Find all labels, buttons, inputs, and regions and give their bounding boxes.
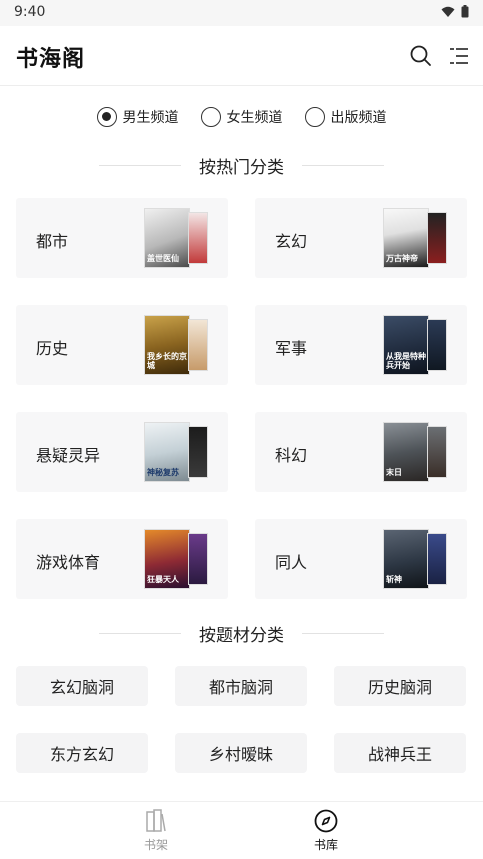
app-bar: 书海阁 <box>0 26 483 86</box>
category-card-dushi[interactable]: 都市 盖世医仙 <box>16 198 228 278</box>
divider <box>99 164 181 166</box>
menu-button[interactable] <box>446 43 472 69</box>
book-cover <box>188 212 208 264</box>
book-cover <box>427 212 447 264</box>
cover-title: 我乡长的京城 <box>147 352 187 370</box>
divider <box>302 164 384 166</box>
cover-title: 神秘复苏 <box>147 468 179 477</box>
category-label: 游戏体育 <box>36 553 101 572</box>
radio-unchecked-icon <box>200 107 221 127</box>
channel-label: 男生频道 <box>122 110 179 126</box>
theme-button[interactable]: 东方玄幻 <box>16 733 148 773</box>
section-title: 按热门分类 <box>199 157 284 178</box>
book-cover <box>188 533 208 585</box>
channel-label: 出版频道 <box>330 110 387 126</box>
book-cover <box>427 533 447 585</box>
theme-button[interactable]: 乡村暧昧 <box>175 733 307 773</box>
radio-unchecked-icon <box>304 107 325 127</box>
book-cover <box>427 426 447 478</box>
category-label: 都市 <box>36 232 69 251</box>
menu-list-icon <box>450 48 468 64</box>
book-cover: 盖世医仙 <box>144 208 190 268</box>
category-card-lishi[interactable]: 历史 我乡长的京城 <box>16 305 228 385</box>
wifi-icon <box>441 6 455 17</box>
channel-female[interactable]: 女生频道 <box>200 104 283 130</box>
category-card-youxi[interactable]: 游戏体育 狂暴天人 <box>16 519 228 599</box>
search-button[interactable] <box>408 43 434 69</box>
channel-selector: 男生频道 女生频道 出版频道 <box>0 104 483 130</box>
book-cover: 斩神 <box>383 529 429 589</box>
nav-label: 书库 <box>313 838 338 852</box>
channel-male[interactable]: 男生频道 <box>96 104 179 130</box>
book-cover <box>188 319 208 371</box>
category-card-xuanyi[interactable]: 悬疑灵异 神秘复苏 <box>16 412 228 492</box>
cover-title: 斩神 <box>386 575 402 584</box>
cover-title: 盖世医仙 <box>147 254 179 263</box>
radio-checked-icon <box>96 107 117 127</box>
nav-label: 书架 <box>143 838 168 852</box>
category-label: 玄幻 <box>275 232 308 251</box>
status-time: 9:40 <box>14 4 46 20</box>
book-cover: 狂暴天人 <box>144 529 190 589</box>
section-title: 按题材分类 <box>199 625 284 646</box>
bookshelf-icon <box>146 809 166 832</box>
search-icon <box>410 45 431 66</box>
status-icons <box>441 5 469 18</box>
nav-bookshelf[interactable]: 书架 <box>116 808 196 856</box>
theme-button[interactable]: 战神兵王 <box>334 733 466 773</box>
category-label: 同人 <box>275 553 308 572</box>
category-label: 科幻 <box>275 446 308 465</box>
category-card-kehuan[interactable]: 科幻 末日 <box>255 412 467 492</box>
theme-button[interactable]: 都市脑洞 <box>175 666 307 706</box>
category-card-tongren[interactable]: 同人 斩神 <box>255 519 467 599</box>
channel-label: 女生频道 <box>226 110 283 126</box>
book-cover: 万古神帝 <box>383 208 429 268</box>
category-card-xuanhuan[interactable]: 玄幻 万古神帝 <box>255 198 467 278</box>
category-label: 历史 <box>36 339 69 358</box>
book-cover: 神秘复苏 <box>144 422 190 482</box>
cover-title: 从我是特种兵开始 <box>386 352 426 370</box>
book-cover: 从我是特种兵开始 <box>383 315 429 375</box>
book-cover: 我乡长的京城 <box>144 315 190 375</box>
section-heading-hot: 按热门分类 <box>0 152 483 178</box>
compass-icon <box>314 809 338 833</box>
channel-publish[interactable]: 出版频道 <box>304 104 387 130</box>
section-heading-theme: 按题材分类 <box>0 620 483 646</box>
app-title: 书海阁 <box>16 47 86 72</box>
category-card-junshi[interactable]: 军事 从我是特种兵开始 <box>255 305 467 385</box>
divider <box>302 632 384 634</box>
bottom-nav: 书架 书库 <box>0 801 483 859</box>
cover-title: 万古神帝 <box>386 254 418 263</box>
book-cover: 末日 <box>383 422 429 482</box>
battery-icon <box>461 5 469 18</box>
category-label: 军事 <box>275 339 308 358</box>
status-bar: 9:40 <box>0 0 483 26</box>
cover-title: 末日 <box>386 468 402 477</box>
divider <box>99 632 181 634</box>
book-cover <box>188 426 208 478</box>
book-cover <box>427 319 447 371</box>
cover-title: 狂暴天人 <box>147 575 179 584</box>
nav-library[interactable]: 书库 <box>286 808 366 856</box>
theme-button[interactable]: 玄幻脑洞 <box>16 666 148 706</box>
category-label: 悬疑灵异 <box>36 446 101 465</box>
theme-button[interactable]: 历史脑洞 <box>334 666 466 706</box>
